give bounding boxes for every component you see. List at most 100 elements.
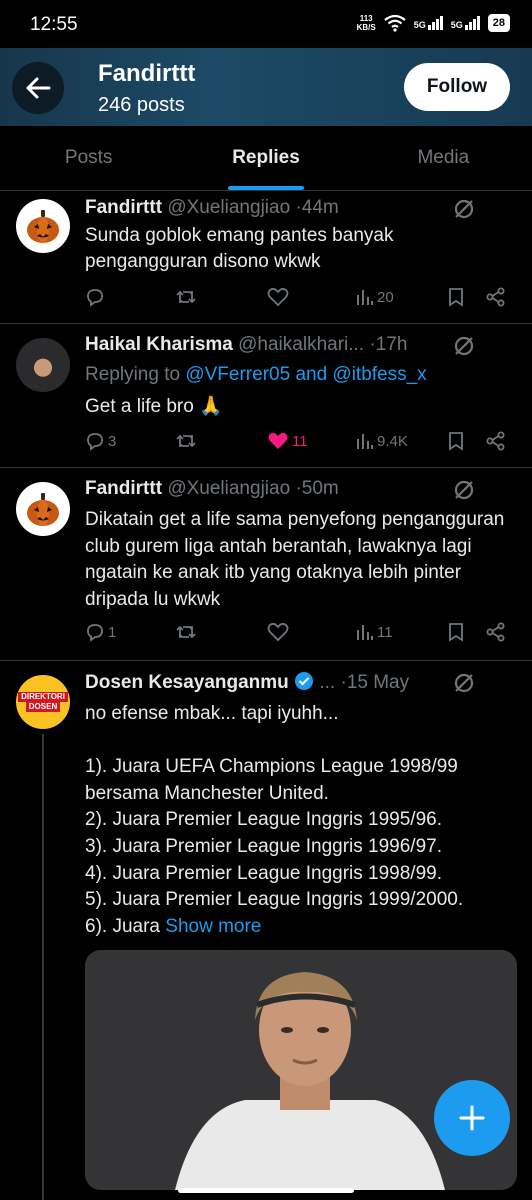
timestamp[interactable]: 15 May xyxy=(347,672,409,693)
reply-button[interactable]: 1 xyxy=(85,622,116,642)
bookmark-button[interactable] xyxy=(447,622,465,642)
bookmark-icon xyxy=(449,623,463,642)
follow-button[interactable]: Follow xyxy=(404,63,510,111)
back-arrow-icon xyxy=(26,77,51,99)
timestamp[interactable]: 44m xyxy=(302,197,339,218)
avatar[interactable]: DIREKTORI DOSEN xyxy=(16,675,70,729)
replying-to: Replying to @VFerrer05 and @itbfess_x xyxy=(85,364,427,385)
tweet[interactable]: Fandirttt @Xueliangjiao ·44m Sunda goblo… xyxy=(0,191,532,324)
grok-icon[interactable] xyxy=(452,197,476,221)
tweet-actions: 1 11 xyxy=(85,622,516,648)
share-button[interactable] xyxy=(485,287,507,307)
tweet-media-image[interactable] xyxy=(85,950,517,1190)
avatar[interactable] xyxy=(16,482,70,536)
tweet-actions: 3 11 9.4K xyxy=(85,431,516,457)
battery-indicator: 28 xyxy=(487,14,510,32)
views-icon xyxy=(357,434,373,449)
like-button[interactable] xyxy=(267,287,292,307)
tweet-text: no efense mbak... tapi iyuhh... 1). Juar… xyxy=(85,703,464,937)
timestamp[interactable]: 17h xyxy=(376,334,408,355)
tab-media[interactable]: Media xyxy=(355,126,532,190)
plus-icon xyxy=(459,1105,485,1131)
avatar[interactable] xyxy=(16,338,70,392)
tweet-meta: Dosen Kesayanganmu ... ·15 May xyxy=(85,671,516,697)
replying-to-link[interactable]: @VFerrer05 and @itbfess_x xyxy=(185,364,426,385)
tweet[interactable]: Fandirttt @Xueliangjiao ·50m Dikatain ge… xyxy=(0,468,532,661)
status-time: 12:55 xyxy=(30,14,78,35)
tweet-text: Sunda goblok emang pantes banyak pengang… xyxy=(85,225,394,272)
logo-text-1: DIREKTORI xyxy=(18,692,68,702)
avatar[interactable] xyxy=(16,199,70,253)
heart-icon xyxy=(268,432,288,449)
heart-icon xyxy=(267,622,289,642)
like-button[interactable]: 11 xyxy=(267,431,308,451)
bookmark-icon xyxy=(449,288,463,307)
logo-text-2: DOSEN xyxy=(25,702,61,712)
share-icon xyxy=(486,287,505,307)
grok-icon[interactable] xyxy=(452,671,476,695)
pumpkin-avatar-icon xyxy=(27,493,59,526)
like-button[interactable] xyxy=(267,622,292,642)
net-speed: 113 KB/S xyxy=(356,14,376,32)
reply-icon xyxy=(87,289,103,307)
status-bar: 12:55 113 KB/S 5G 5G 28 xyxy=(0,0,532,48)
profile-tabs: Posts Replies Media xyxy=(0,126,532,191)
post-count: 246 posts xyxy=(98,94,185,116)
author-name[interactable]: Fandirttt xyxy=(85,197,162,218)
player-photo xyxy=(85,950,517,1190)
author-name[interactable]: Dosen Kesayanganmu xyxy=(85,672,289,693)
reply-button[interactable] xyxy=(85,287,108,307)
tweet[interactable]: Haikal Kharisma @haikalkhari... ·17h Rep… xyxy=(0,324,532,468)
views-button[interactable]: 20 xyxy=(356,287,394,307)
show-more-link[interactable]: Show more xyxy=(165,916,261,937)
signal-1: 5G xyxy=(414,16,443,30)
heart-icon xyxy=(267,287,289,307)
home-indicator[interactable] xyxy=(178,1188,354,1193)
retweet-button[interactable] xyxy=(175,287,197,307)
author-handle[interactable]: @haikalkhari... xyxy=(238,334,364,355)
retweet-icon xyxy=(176,625,196,639)
grok-icon[interactable] xyxy=(452,334,476,358)
author-handle[interactable]: @Xueliangjiao xyxy=(167,197,290,218)
tweet-text: Get a life bro 🙏 xyxy=(85,396,223,417)
back-button[interactable] xyxy=(12,62,64,114)
views-icon xyxy=(357,625,373,640)
views-button[interactable]: 9.4K xyxy=(356,431,408,451)
retweet-icon xyxy=(176,290,196,304)
reply-icon xyxy=(87,624,103,642)
retweet-button[interactable] xyxy=(175,431,197,451)
tab-replies[interactable]: Replies xyxy=(177,126,354,190)
tweet-meta: Fandirttt @Xueliangjiao ·50m xyxy=(85,478,516,504)
tab-posts[interactable]: Posts xyxy=(0,126,177,190)
timestamp[interactable]: 50m xyxy=(302,478,339,499)
bookmark-button[interactable] xyxy=(447,287,465,307)
tweet-actions: 20 xyxy=(85,287,516,313)
profile-header: Fandirttt 246 posts Follow xyxy=(0,48,532,126)
views-icon xyxy=(357,290,373,305)
share-button[interactable] xyxy=(485,431,507,451)
tweet-meta: Haikal Kharisma @haikalkhari... ·17h xyxy=(85,334,516,360)
share-icon xyxy=(486,622,505,642)
author-name[interactable]: Fandirttt xyxy=(85,478,162,499)
retweet-button[interactable] xyxy=(175,622,197,642)
share-button[interactable] xyxy=(485,622,507,642)
reply-button[interactable]: 3 xyxy=(85,431,116,451)
pumpkin-avatar-icon xyxy=(27,210,59,243)
grok-icon[interactable] xyxy=(452,478,476,502)
reply-icon xyxy=(87,433,103,451)
wifi-icon xyxy=(384,14,406,32)
status-icons: 113 KB/S 5G 5G 28 xyxy=(357,14,510,32)
verified-icon xyxy=(295,672,314,690)
author-name[interactable]: Haikal Kharisma xyxy=(85,334,233,355)
retweet-icon xyxy=(176,434,196,448)
signal-2: 5G xyxy=(451,16,480,30)
bookmark-icon xyxy=(449,432,463,451)
tweet-meta: Fandirttt @Xueliangjiao ·44m xyxy=(85,197,516,223)
bookmark-button[interactable] xyxy=(447,431,465,451)
author-handle[interactable]: @Xueliangjiao xyxy=(167,478,290,499)
author-handle[interactable]: ... xyxy=(319,672,335,693)
share-icon xyxy=(486,431,505,451)
profile-name: Fandirttt xyxy=(98,60,196,87)
views-button[interactable]: 11 xyxy=(356,622,393,642)
compose-button[interactable] xyxy=(434,1080,510,1156)
